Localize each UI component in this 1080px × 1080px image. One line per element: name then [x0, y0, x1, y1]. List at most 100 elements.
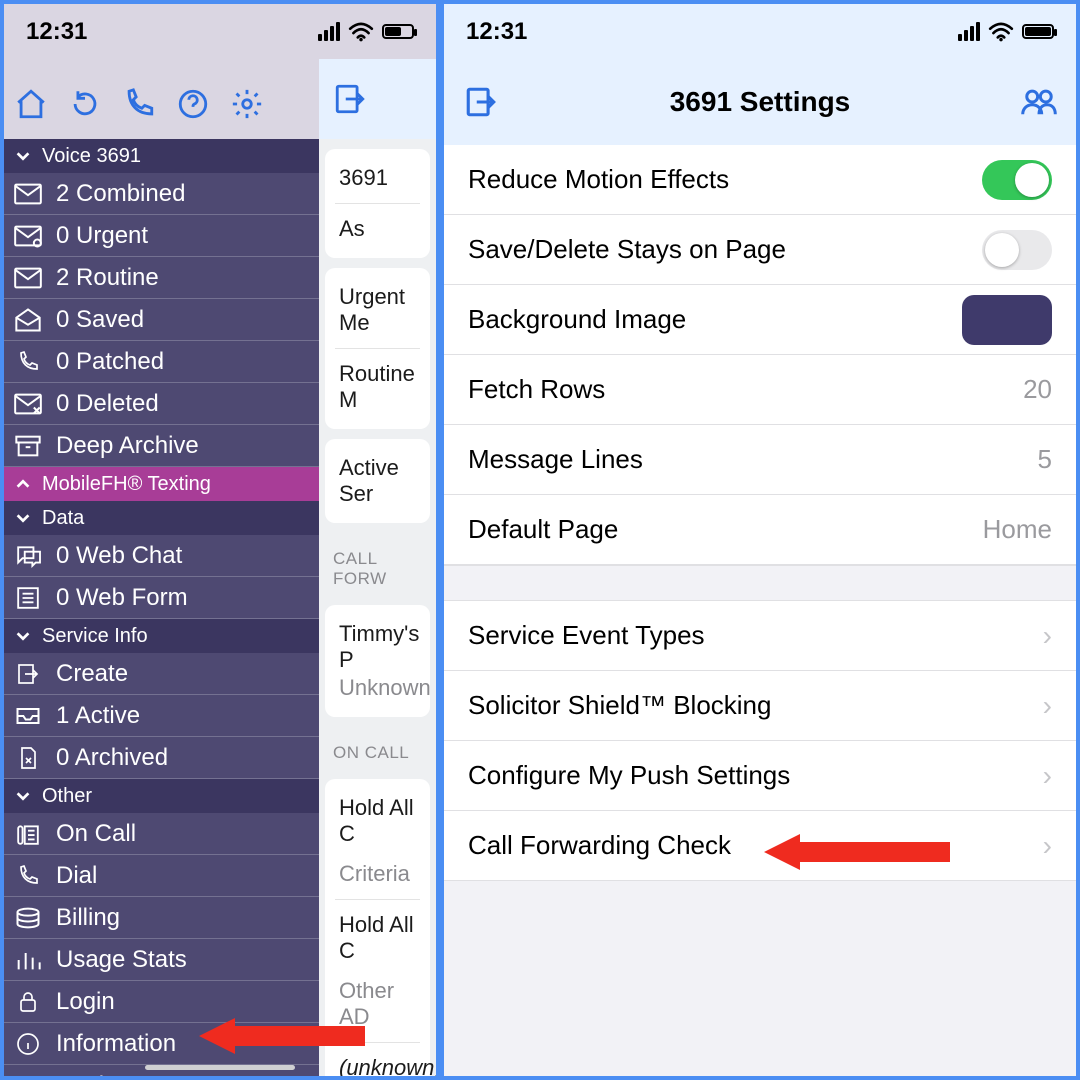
sidebar-item-create[interactable]: Create [4, 653, 319, 695]
sidebar-item-webform[interactable]: 0 Web Form [4, 577, 319, 619]
hold1-row: Hold All C [335, 783, 420, 849]
chevron-up-icon [14, 475, 32, 493]
file-x-icon [14, 746, 42, 770]
section-voice[interactable]: Voice 3691 [4, 139, 319, 173]
sidebar-item-usage[interactable]: Usage Stats [4, 939, 319, 981]
sidebar-item-urgent[interactable]: 0 Urgent [4, 215, 319, 257]
account-card[interactable]: 3691 As [325, 149, 430, 258]
sidebar-item-deleted[interactable]: 0 Deleted [4, 383, 319, 425]
background-swatch[interactable] [962, 295, 1052, 345]
sidebar-item-archived[interactable]: 0 Archived [4, 737, 319, 779]
section-texting[interactable]: MobileFH® Texting [4, 467, 319, 501]
row-message-lines[interactable]: Message Lines 5 [444, 425, 1076, 495]
sidebar-item-webchat[interactable]: 0 Web Chat [4, 535, 319, 577]
wifi-icon [988, 22, 1014, 42]
battery-icon [382, 24, 414, 39]
section-gap [444, 565, 1076, 601]
sidebar-item-patched[interactable]: 0 Patched [4, 341, 319, 383]
annotation-arrow-settings [199, 1018, 365, 1054]
row-solicitor-shield[interactable]: Solicitor Shield™ Blocking › [444, 671, 1076, 741]
gear-icon[interactable] [230, 87, 264, 121]
status-time: 12:31 [466, 18, 527, 46]
row-push-settings[interactable]: Configure My Push Settings › [444, 741, 1076, 811]
envelope-urgent-icon [14, 224, 42, 248]
sidebar-item-deeparchive[interactable]: Deep Archive [4, 425, 319, 467]
envelope-x-icon [14, 392, 42, 416]
sidebar-item-active[interactable]: 1 Active [4, 695, 319, 737]
msg-card[interactable]: Urgent Me Routine M [325, 268, 430, 429]
wifi-icon [348, 22, 374, 42]
home-indicator [145, 1065, 295, 1070]
chevron-down-icon [14, 509, 32, 527]
cellular-icon [318, 22, 340, 41]
row-label: Default Page [468, 514, 618, 545]
section-call-forward: CALL FORW [319, 533, 436, 595]
enter-icon[interactable] [462, 85, 500, 119]
toggle-save-delete[interactable] [982, 230, 1052, 270]
active-card[interactable]: Active Ser [325, 439, 430, 523]
refresh-icon[interactable] [68, 87, 102, 121]
row-label: Fetch Rows [468, 374, 605, 405]
envelope-icon [14, 266, 42, 290]
chevron-down-icon [14, 147, 32, 165]
chevron-right-icon: › [1043, 620, 1052, 652]
main-header [319, 59, 436, 139]
sidebar-item-login[interactable]: Login [4, 981, 319, 1023]
hold2-row: Hold All C [335, 900, 420, 966]
row-service-event-types[interactable]: Service Event Types › [444, 601, 1076, 671]
lock-icon [14, 990, 42, 1014]
navbar: 3691 Settings [444, 59, 1076, 145]
row-label: Solicitor Shield™ Blocking [468, 690, 771, 721]
sidebar-item-combined[interactable]: 2 Combined [4, 173, 319, 215]
sidebar-item-routine[interactable]: 2 Routine [4, 257, 319, 299]
chevron-right-icon: › [1043, 830, 1052, 862]
cf-card[interactable]: Timmy's P Unknown [325, 605, 430, 717]
row-fetch-rows[interactable]: Fetch Rows 20 [444, 355, 1076, 425]
section-data-label: Data [42, 507, 84, 530]
right-screenshot: 12:31 3691 Settings Reduce Motion Effect… [440, 0, 1080, 1080]
left-screenshot: 12:31 3691 As Urgent Me Routine M [0, 0, 440, 1080]
section-data[interactable]: Data [4, 501, 319, 535]
section-other[interactable]: Other [4, 779, 319, 813]
sidebar-item-label: Dial [56, 862, 97, 890]
annotation-arrow-cfcheck [764, 834, 950, 870]
sidebar-item-label: 1 Active [56, 702, 140, 730]
info-icon [14, 1032, 42, 1056]
envelope-open-icon [14, 308, 42, 332]
section-other-label: Other [42, 785, 92, 808]
row-reduce-motion[interactable]: Reduce Motion Effects [444, 145, 1076, 215]
envelope-icon [14, 182, 42, 206]
row-label: Save/Delete Stays on Page [468, 234, 786, 265]
row-label: Background Image [468, 304, 686, 335]
phone-icon[interactable] [122, 87, 156, 121]
help-icon[interactable] [176, 87, 210, 121]
page-title: 3691 Settings [500, 86, 1020, 118]
active-row: Active Ser [335, 443, 420, 519]
sidebar-item-label: Billing [56, 904, 120, 932]
people-icon[interactable] [1020, 85, 1058, 119]
main-content: 3691 As Urgent Me Routine M Active Ser C… [319, 139, 436, 1076]
phone-icon [14, 350, 42, 374]
row-label: Service Event Types [468, 620, 705, 651]
sidebar-item-oncall[interactable]: On Call [4, 813, 319, 855]
row-background-image[interactable]: Background Image [444, 285, 1076, 355]
row-value: 20 [1023, 374, 1052, 405]
enter-icon[interactable] [333, 82, 367, 116]
sidebar-item-label: 0 Patched [56, 348, 164, 376]
sidebar-item-label: 0 Saved [56, 306, 144, 334]
sidebar-item-label: 0 Web Chat [56, 542, 182, 570]
status-time: 12:31 [26, 18, 87, 46]
home-icon[interactable] [14, 87, 48, 121]
sidebar-item-saved[interactable]: 0 Saved [4, 299, 319, 341]
section-serviceinfo[interactable]: Service Info [4, 619, 319, 653]
sidebar-item-billing[interactable]: Billing [4, 897, 319, 939]
create-icon [14, 662, 42, 686]
row-call-forwarding-check[interactable]: Call Forwarding Check › [444, 811, 1076, 881]
sidebar-item-dial[interactable]: Dial [4, 855, 319, 897]
sidebar-item-label: On Call [56, 820, 136, 848]
status-bar: 12:31 [444, 4, 1076, 59]
sidebar-item-label: 0 Deleted [56, 390, 159, 418]
toggle-reduce-motion[interactable] [982, 160, 1052, 200]
row-default-page[interactable]: Default Page Home [444, 495, 1076, 565]
row-save-delete[interactable]: Save/Delete Stays on Page [444, 215, 1076, 285]
